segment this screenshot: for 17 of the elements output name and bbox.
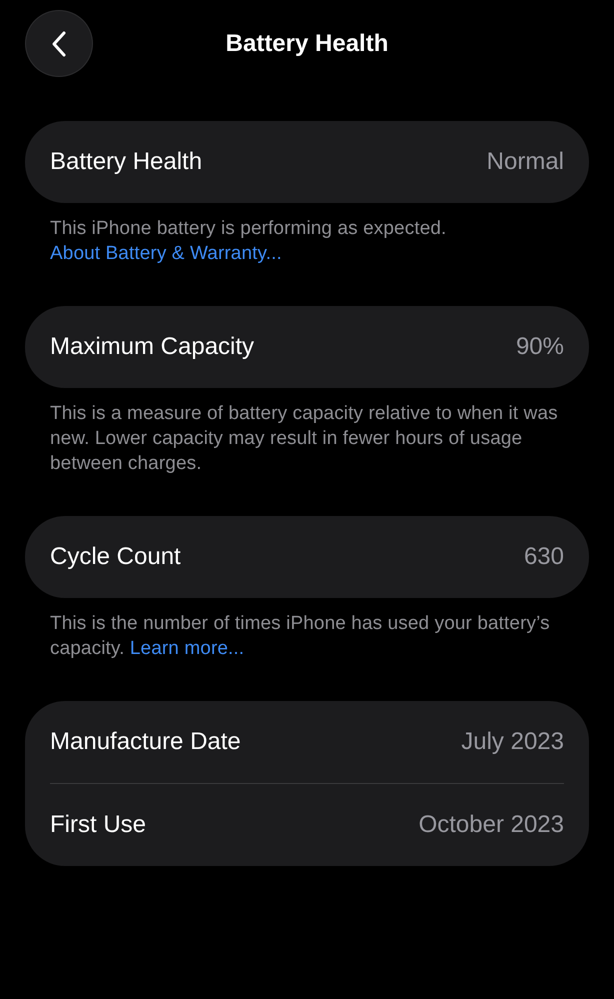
row-value: July 2023 bbox=[461, 728, 564, 756]
footer-text: This iPhone battery is performing as expected. About Battery & Warranty... bbox=[50, 217, 448, 266]
row-label: Cycle Count bbox=[50, 543, 181, 571]
row-label: Manufacture Date bbox=[50, 728, 241, 756]
row-value: Normal bbox=[486, 148, 564, 176]
page-title: Battery Health bbox=[224, 30, 390, 58]
row-value: October 2023 bbox=[418, 811, 564, 839]
row-value: 630 bbox=[524, 543, 564, 571]
footer-link[interactable]: Learn more... bbox=[130, 638, 244, 659]
footer-link[interactable]: About Battery & Warranty... bbox=[50, 243, 282, 264]
footer-text: This is a measure of battery capacity relative to when it was new. Lower capacity may result in fewer hours of usage between charges. bbox=[50, 402, 559, 476]
row-value: 90% bbox=[516, 333, 564, 361]
row-label: Battery Health bbox=[50, 148, 202, 176]
row-label: Maximum Capacity bbox=[50, 333, 254, 361]
row-label: First Use bbox=[50, 811, 146, 839]
back-icon bbox=[51, 30, 67, 58]
footer-text: This is the number of times iPhone has used your battery’s capacity. Learn more... bbox=[50, 612, 551, 661]
